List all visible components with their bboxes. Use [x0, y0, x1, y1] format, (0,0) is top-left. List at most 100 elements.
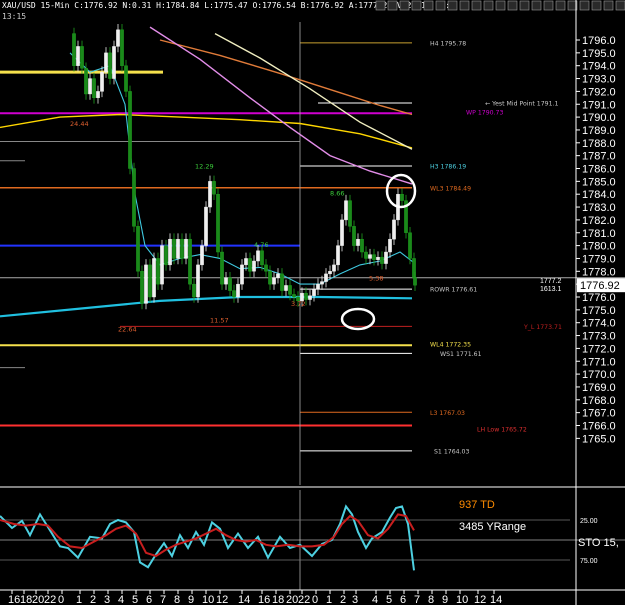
- time-tick-label: 1: [76, 594, 82, 605]
- candle-body: [400, 193, 404, 201]
- swing-label: 22.64: [118, 326, 137, 334]
- toolbar-icon[interactable]: [411, 0, 422, 11]
- candle-body: [304, 292, 308, 300]
- time-tick-label: 6: [400, 594, 406, 605]
- price-tick-label: 1795.0: [582, 48, 616, 60]
- level-label: WS1 1771.61: [440, 351, 482, 358]
- time-tick-label: 18: [272, 594, 284, 605]
- swing-label: 11.57: [210, 317, 229, 325]
- price-tick-label: 1766.0: [582, 421, 616, 433]
- candle-body: [288, 285, 292, 295]
- candle-body: [232, 290, 236, 298]
- time-tick-label: 12: [474, 594, 486, 605]
- time-tick-label: 16: [258, 594, 270, 605]
- time-tick-label: 9: [442, 594, 448, 605]
- candle-body: [244, 258, 248, 266]
- candle-body: [120, 29, 124, 66]
- axis-side-label: 1613.1: [540, 286, 562, 293]
- candle-body: [124, 65, 128, 92]
- candle-body: [108, 52, 112, 79]
- price-tick-label: 1794.0: [582, 61, 616, 73]
- candle-body: [140, 271, 144, 304]
- sto-indicator-label: STO 15,: [578, 537, 619, 549]
- candle-body: [188, 238, 192, 285]
- level-label: L3 1767.03: [430, 410, 465, 417]
- candle-body: [136, 226, 140, 272]
- candle-body: [132, 168, 136, 227]
- toolbar-icon[interactable]: [591, 0, 602, 11]
- candle-body: [336, 245, 340, 266]
- candle-body: [312, 289, 316, 296]
- candle-body: [160, 245, 164, 285]
- chart-canvas: XAU/USD 15-Min C:1776.92 N:0.31 H:1784.8…: [0, 0, 625, 605]
- toolbar-icon[interactable]: [603, 0, 614, 11]
- time-tick-label: 2: [340, 594, 346, 605]
- candle-body: [192, 283, 196, 298]
- candle-body: [96, 91, 100, 99]
- time-tick-label: 12: [216, 594, 228, 605]
- time-tick-label: 5: [386, 594, 392, 605]
- time-tick-label: 4: [118, 594, 124, 605]
- toolbar-icon[interactable]: [423, 0, 434, 11]
- price-tick-label: 1776.0: [582, 292, 616, 304]
- toolbar-icon[interactable]: [615, 0, 625, 11]
- toolbar-icon[interactable]: [531, 0, 542, 11]
- toolbar-icon[interactable]: [507, 0, 518, 11]
- toolbar-icon[interactable]: [483, 0, 494, 11]
- price-tick-label: 1789.0: [582, 125, 616, 137]
- toolbar-icon[interactable]: [555, 0, 566, 11]
- price-tick-label: 1771.0: [582, 356, 616, 368]
- toolbar-icon[interactable]: [495, 0, 506, 11]
- swing-label: 4.76: [254, 241, 268, 249]
- candle-body: [284, 285, 288, 291]
- price-tick-label: 1783.0: [582, 202, 616, 214]
- swing-label: 24.44: [70, 120, 89, 128]
- candle-body: [184, 238, 188, 259]
- toolbar-icon[interactable]: [435, 0, 446, 11]
- candle-body: [148, 264, 152, 298]
- time-tick-label: 18: [20, 594, 32, 605]
- candle-body: [380, 256, 384, 264]
- price-tick-label: 1787.0: [582, 151, 616, 163]
- candle-body: [220, 251, 224, 285]
- toolbar-icon[interactable]: [399, 0, 410, 11]
- toolbar-icon[interactable]: [375, 0, 386, 11]
- toolbar-icons[interactable]: [375, 0, 625, 11]
- price-tick-label: 1770.0: [582, 369, 616, 381]
- candle-body: [180, 238, 184, 259]
- candle-body: [372, 254, 376, 260]
- price-tick-label: 1765.0: [582, 433, 616, 445]
- toolbar-icon[interactable]: [519, 0, 530, 11]
- time-tick-label: 3: [104, 594, 110, 605]
- toolbar-icon[interactable]: [459, 0, 470, 11]
- toolbar-icon[interactable]: [471, 0, 482, 11]
- yrange-label: 3485 YRange: [459, 521, 526, 533]
- candle-body: [344, 200, 348, 221]
- swing-label: 8.66: [330, 189, 344, 197]
- candle-body: [356, 238, 360, 246]
- time-tick-label: 22: [44, 594, 56, 605]
- candle-body: [144, 264, 148, 304]
- toolbar-icon[interactable]: [447, 0, 458, 11]
- toolbar-icon[interactable]: [543, 0, 554, 11]
- time-tick-label: 10: [202, 594, 214, 605]
- time-tick-label: 2: [90, 594, 96, 605]
- level-label: S1 1764.03: [434, 448, 469, 455]
- time-tick-label: 7: [414, 594, 420, 605]
- toolbar-icon[interactable]: [387, 0, 398, 11]
- price-tick-label: 1790.0: [582, 112, 616, 124]
- price-tick-label: 1796.0: [582, 35, 616, 47]
- candle-body: [228, 277, 232, 291]
- candle-body: [384, 251, 388, 264]
- swing-label: 12.29: [195, 163, 214, 171]
- candle-body: [168, 238, 172, 266]
- candle-body: [208, 181, 212, 208]
- candle-body: [324, 273, 328, 282]
- time-tick-label: 1: [326, 594, 332, 605]
- price-tick-label: 1788.0: [582, 138, 616, 150]
- toolbar-icon[interactable]: [579, 0, 590, 11]
- time-tick-label: 7: [160, 594, 166, 605]
- time-tick-label: 14: [490, 594, 502, 605]
- candle-body: [216, 193, 220, 253]
- price-tick-label: 1793.0: [582, 74, 616, 86]
